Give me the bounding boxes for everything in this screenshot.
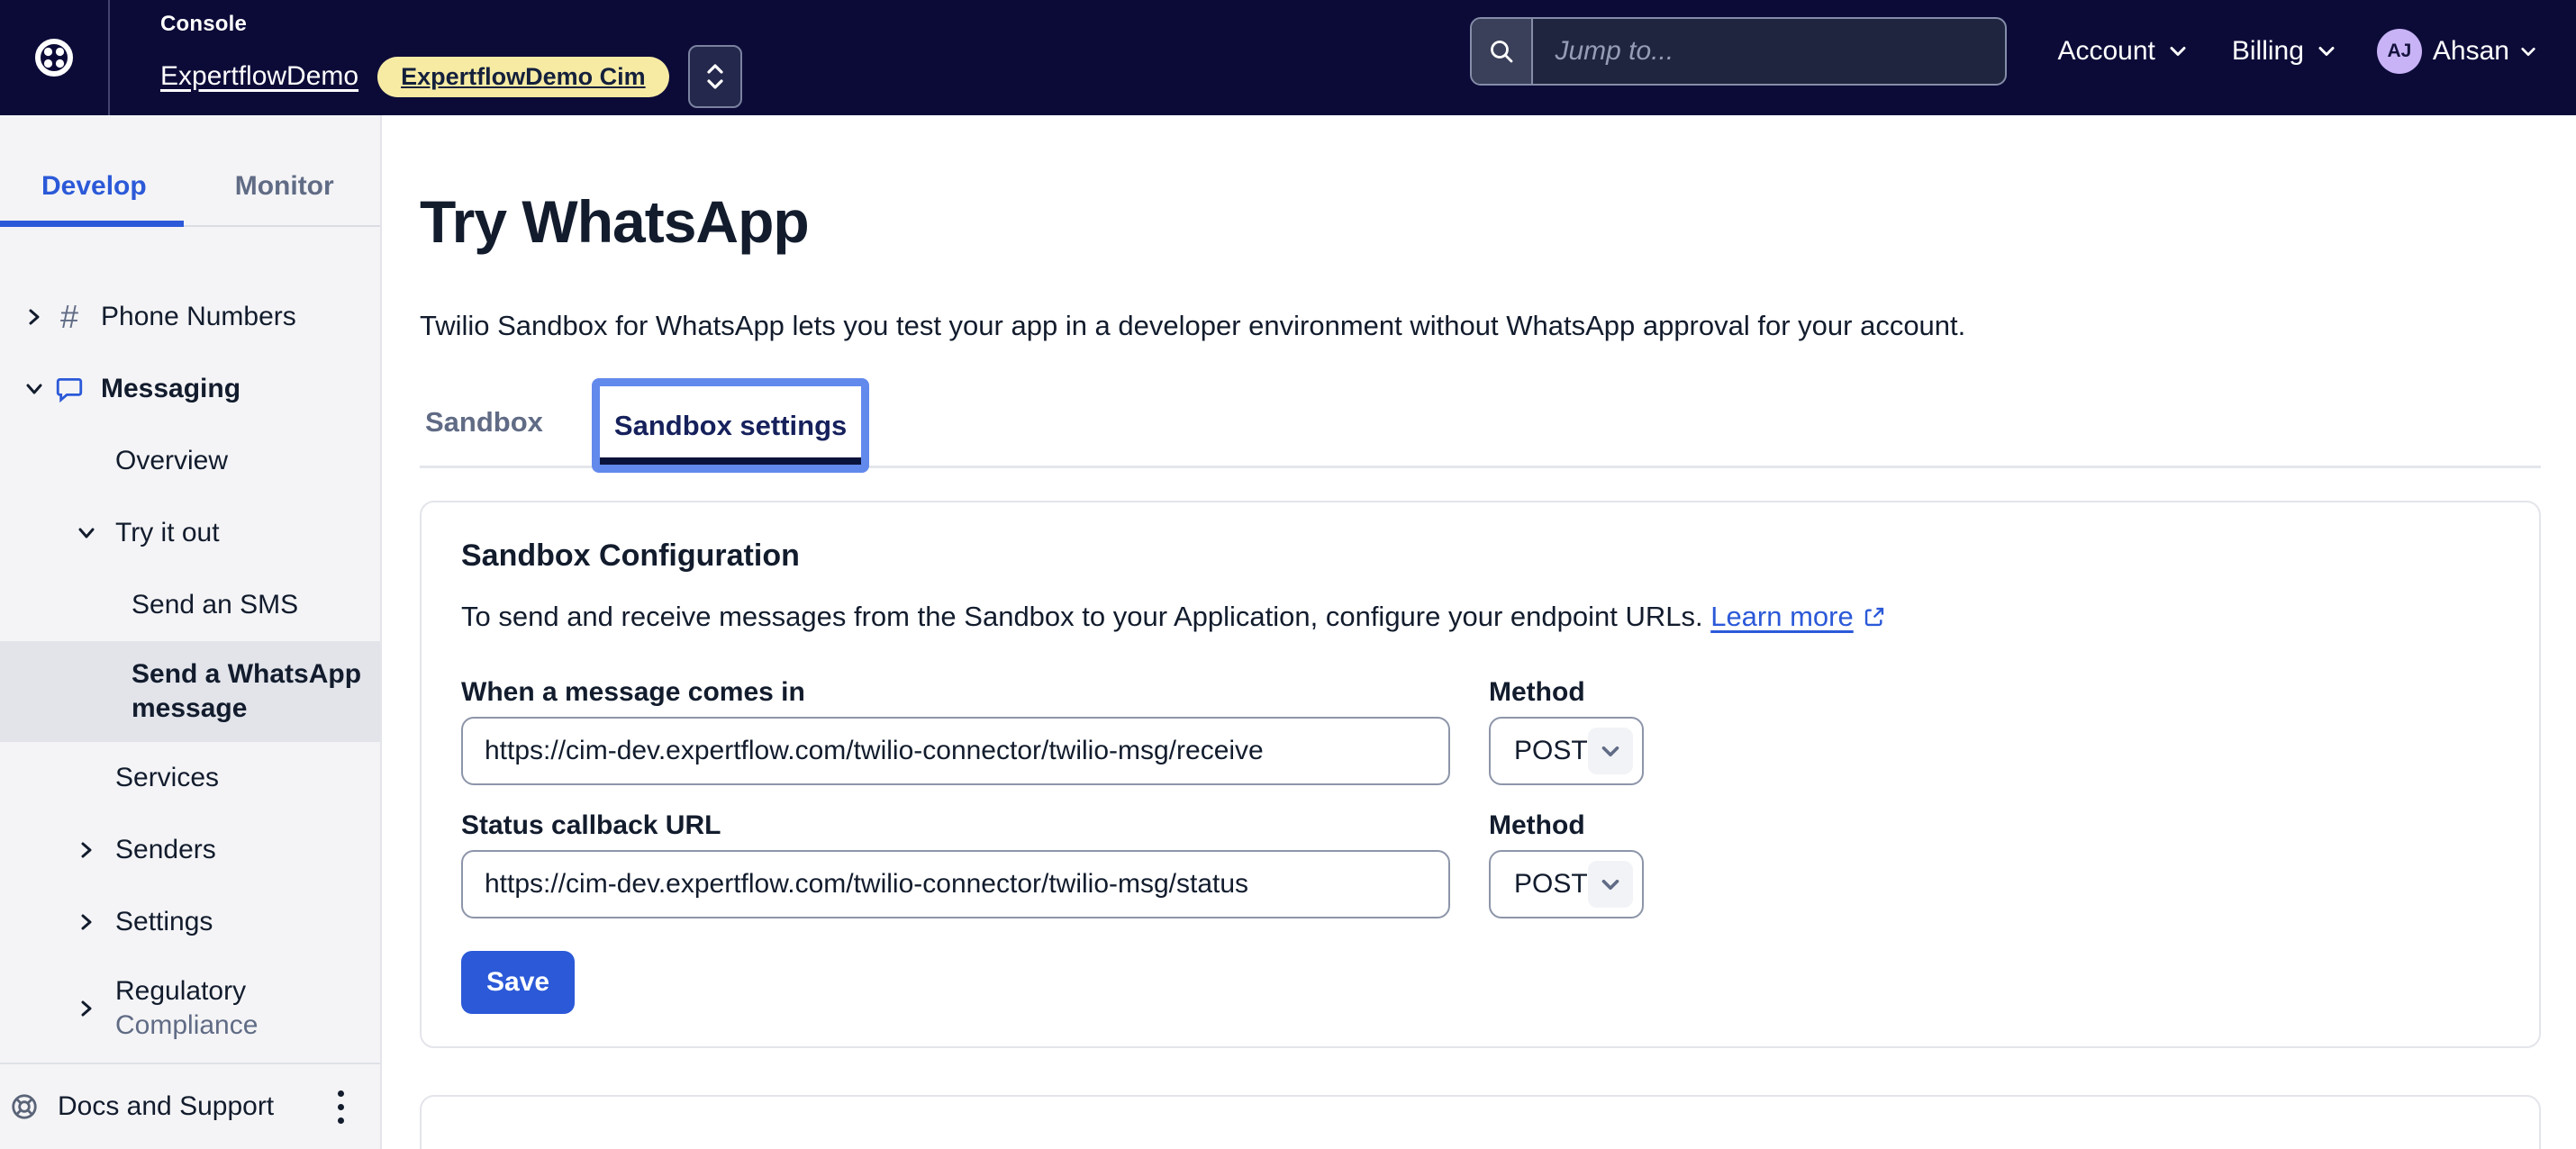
sidebar-item-senders[interactable]: Senders [0, 814, 380, 886]
chat-bubble-icon [54, 374, 85, 404]
chevron-down-icon [2520, 46, 2536, 58]
status-callback-row: Status callback URL Method POST [461, 810, 2499, 918]
console-label: Console [160, 12, 742, 37]
user-menu[interactable]: AJ Ahsan [2377, 29, 2536, 74]
content-tabs: Sandbox Sandbox settings [420, 378, 2541, 468]
account-name-link[interactable]: ExpertflowDemo [160, 61, 358, 92]
sidebar-item-label: Messaging [101, 374, 240, 404]
chevron-down-icon [2169, 45, 2187, 58]
sidebar-item-regulatory-compliance[interactable]: Regulatory Compliance [0, 958, 380, 1059]
incoming-message-url-input[interactable] [461, 717, 1450, 785]
chevron-down-icon [76, 522, 97, 544]
tab-sandbox-settings[interactable]: Sandbox settings [592, 378, 869, 473]
kebab-menu-icon[interactable] [329, 1085, 353, 1129]
chevron-down-icon [1588, 861, 1633, 908]
sidebar-item-label: Try it out [115, 518, 220, 548]
sidebar-item-messaging[interactable]: Messaging [0, 353, 380, 425]
chevron-down-icon [23, 378, 45, 400]
lifebuoy-icon [9, 1092, 40, 1121]
sidebar-item-send-a-whatsapp-message[interactable]: Send a WhatsApp message [0, 641, 380, 742]
docs-and-support-label: Docs and Support [58, 1091, 274, 1122]
chevron-right-icon [23, 306, 45, 328]
search-button[interactable] [1472, 19, 1533, 84]
twilio-logo[interactable] [0, 0, 110, 115]
method-label: Method [1489, 810, 1644, 841]
status-callback-url-input[interactable] [461, 850, 1450, 918]
tab-sandbox[interactable]: Sandbox [425, 406, 543, 439]
page-description: Twilio Sandbox for WhatsApp lets you tes… [420, 310, 2541, 342]
method-value: POST [1514, 736, 1588, 766]
card-description: To send and receive messages from the Sa… [461, 599, 2499, 638]
twilio-logo-icon [33, 37, 75, 78]
search-icon [1488, 38, 1515, 65]
account-switcher-button[interactable] [688, 45, 742, 108]
chevron-right-icon [76, 998, 97, 1019]
environment-badge[interactable]: ExpertflowDemo Cim [377, 57, 669, 97]
search-input[interactable] [1533, 19, 2005, 84]
avatar: AJ [2377, 29, 2422, 74]
billing-menu[interactable]: Billing [2232, 36, 2336, 67]
save-button[interactable]: Save [461, 951, 575, 1014]
card-title: Sandbox Configuration [461, 538, 2499, 574]
sidebar-item-services[interactable]: Services [0, 742, 380, 814]
sidebar-item-overview[interactable]: Overview [0, 425, 380, 497]
incoming-message-row: When a message comes in Method POST [461, 677, 2499, 785]
method-label: Method [1489, 677, 1644, 708]
status-method-select[interactable]: POST [1489, 850, 1644, 918]
sidebar-nav: # Phone Numbers Messaging Overview Try i… [0, 281, 380, 1059]
chevron-right-icon [76, 839, 97, 861]
external-link-icon [1863, 602, 1886, 638]
status-callback-label: Status callback URL [461, 810, 1450, 841]
sidebar-item-try-it-out[interactable]: Try it out [0, 497, 380, 569]
user-name: Ahsan [2433, 36, 2509, 67]
sidebar-item-label: Send a WhatsApp message [132, 657, 380, 726]
chevron-right-icon [76, 911, 97, 933]
jump-to-search [1470, 17, 2007, 86]
sidebar-item-label: Send an SMS [132, 590, 298, 620]
main-content: Try WhatsApp Twilio Sandbox for WhatsApp… [382, 115, 2576, 1149]
breadcrumb: Console ExpertflowDemo ExpertflowDemo Ci… [160, 0, 742, 115]
sidebar-item-label: Regulatory Compliance [115, 974, 258, 1043]
sandbox-configuration-card: Sandbox Configuration To send and receiv… [420, 501, 2541, 1048]
sidebar-tabs: Develop Monitor [0, 115, 380, 227]
sidebar-item-phone-numbers[interactable]: # Phone Numbers [0, 281, 380, 353]
method-value: POST [1514, 869, 1588, 900]
chevron-down-icon [2317, 45, 2336, 58]
sidebar-item-label: Settings [115, 907, 213, 937]
top-navbar: Console ExpertflowDemo ExpertflowDemo Ci… [0, 0, 2576, 115]
sidebar-item-label: Senders [115, 835, 216, 865]
tab-develop[interactable]: Develop [41, 171, 147, 225]
account-menu-label: Account [2057, 36, 2154, 67]
sidebar: Develop Monitor # Phone Numbers Messagin… [0, 115, 382, 1149]
sidebar-item-send-an-sms[interactable]: Send an SMS [0, 569, 380, 641]
card-description-text: To send and receive messages from the Sa… [461, 601, 1703, 632]
tab-sandbox-settings-label: Sandbox settings [600, 386, 861, 465]
hash-icon: # [54, 298, 85, 336]
sidebar-item-label: Phone Numbers [101, 302, 296, 332]
docs-and-support[interactable]: Docs and Support [0, 1063, 380, 1149]
learn-more-link[interactable]: Learn more [1710, 601, 1854, 632]
incoming-message-label: When a message comes in [461, 677, 1450, 708]
sidebar-item-label: Services [115, 763, 219, 793]
chevron-down-icon [1588, 728, 1633, 774]
sidebar-item-settings[interactable]: Settings [0, 886, 380, 958]
incoming-method-select[interactable]: POST [1489, 717, 1644, 785]
account-menu[interactable]: Account [2057, 36, 2186, 67]
billing-menu-label: Billing [2232, 36, 2304, 67]
next-section-card [420, 1095, 2541, 1149]
page-title: Try WhatsApp [420, 187, 2541, 256]
up-down-chevrons-icon [703, 59, 727, 95]
sidebar-item-label: Overview [115, 446, 228, 476]
tab-monitor[interactable]: Monitor [235, 171, 334, 225]
